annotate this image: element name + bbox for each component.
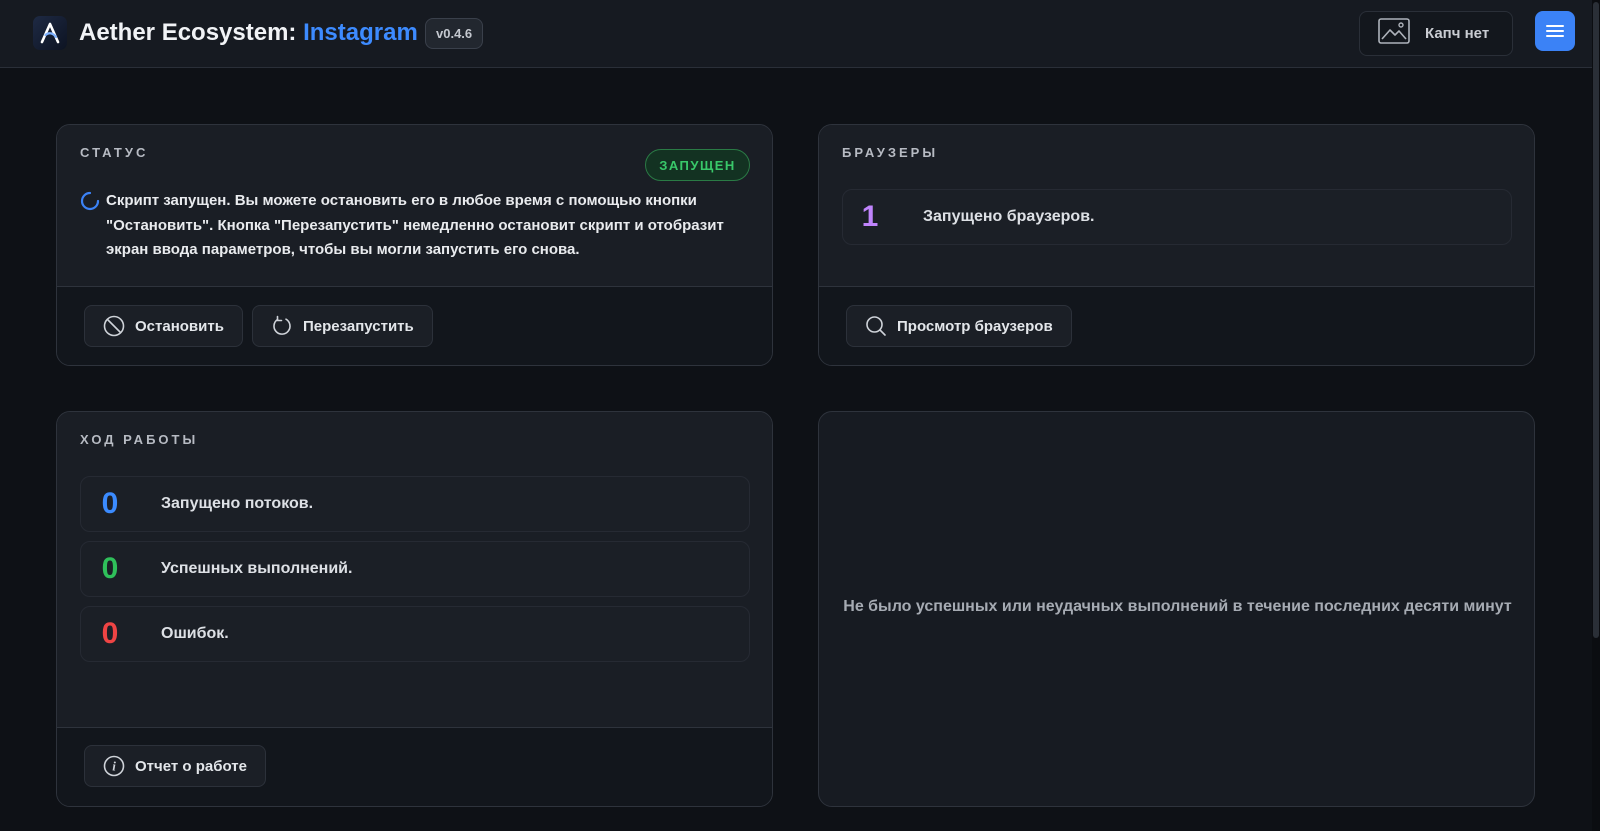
aether-logo-icon xyxy=(33,16,67,50)
status-card: СТАТУС ЗАПУЩЕН Скрипт запущен. Вы можете… xyxy=(56,124,773,366)
stop-button[interactable]: Остановить xyxy=(84,305,243,347)
view-browsers-button[interactable]: Просмотр браузеров xyxy=(846,305,1072,347)
version-badge: v0.4.6 xyxy=(425,18,484,49)
menu-button[interactable] xyxy=(1535,11,1575,51)
rotate-icon xyxy=(273,315,291,335)
search-icon xyxy=(866,316,886,336)
status-message: Скрипт запущен. Вы можете остановить его… xyxy=(106,192,724,258)
progress-heading: ХОД РАБОТЫ xyxy=(80,432,199,447)
errors-stat-label: Ошибок. xyxy=(161,625,229,642)
activity-empty-message: Не было успешных или неудачных выполнени… xyxy=(843,598,1512,615)
app-title-accent: Instagram xyxy=(303,19,418,46)
ban-icon xyxy=(103,315,125,337)
report-button-label: Отчет о работе xyxy=(135,757,247,775)
stop-button-label: Остановить xyxy=(135,317,224,335)
image-icon xyxy=(1378,18,1410,49)
browser-count-label: Запущено браузеров. xyxy=(923,208,1095,225)
captcha-label: Капч нет xyxy=(1425,25,1490,42)
app-title-main: Aether Ecosystem: xyxy=(79,19,304,46)
report-button[interactable]: i Отчет о работе xyxy=(84,745,266,787)
browsers-heading: БРАУЗЕРЫ xyxy=(842,145,939,160)
app-title: Aether Ecosystem: Instagram xyxy=(79,19,418,47)
success-stat-label: Успешных выполнений. xyxy=(161,560,353,577)
threads-stat-value: 0 xyxy=(101,487,119,520)
activity-card: Не было успешных или неудачных выполнени… xyxy=(818,411,1535,807)
svg-text:i: i xyxy=(112,759,116,774)
top-bar: Aether Ecosystem: Instagram v0.4.6 Капч … xyxy=(0,0,1600,68)
spinner-icon xyxy=(80,191,100,216)
restart-button-label: Перезапустить xyxy=(303,317,414,335)
success-stat-row: 0 Успешных выполнений. xyxy=(80,541,750,597)
info-icon: i xyxy=(103,755,125,777)
hamburger-icon xyxy=(1546,25,1564,37)
restart-button[interactable]: Перезапустить xyxy=(252,305,433,347)
threads-stat-label: Запущено потоков. xyxy=(161,495,314,512)
browser-count-row: 1 Запущено браузеров. xyxy=(842,189,1512,245)
scrollbar-thumb[interactable] xyxy=(1593,2,1599,638)
threads-stat-row: 0 Запущено потоков. xyxy=(80,476,750,532)
browsers-card: БРАУЗЕРЫ 1 Запущено браузеров. Просмотр … xyxy=(818,124,1535,366)
errors-stat-value: 0 xyxy=(101,617,119,650)
captcha-status: Капч нет xyxy=(1359,11,1513,56)
status-badge: ЗАПУЩЕН xyxy=(645,149,750,181)
progress-card: ХОД РАБОТЫ 0 Запущено потоков. 0 Успешны… xyxy=(56,411,773,807)
errors-stat-row: 0 Ошибок. xyxy=(80,606,750,662)
status-heading: СТАТУС xyxy=(80,145,149,160)
browser-count-value: 1 xyxy=(861,200,879,233)
view-browsers-label: Просмотр браузеров xyxy=(897,317,1053,335)
success-stat-value: 0 xyxy=(101,552,119,585)
